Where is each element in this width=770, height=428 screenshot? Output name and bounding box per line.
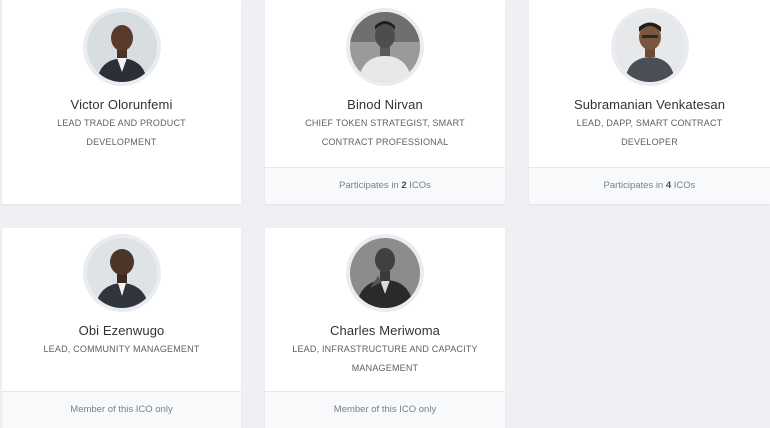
team-member-card[interactable]: Binod Nirvan CHIEF TOKEN STRATEGIST, SMA…: [265, 0, 505, 204]
member-name: Victor Olorunfemi: [70, 97, 173, 112]
member-role: CHIEF TOKEN STRATEGIST, SMART CONTRACT P…: [305, 118, 465, 147]
member-name: Subramanian Venkatesan: [573, 97, 726, 112]
footer-text: Member of this ICO only: [333, 404, 437, 415]
ico-participation-footer: Member of this ICO only: [265, 391, 505, 428]
footer-suffix: ICOs: [671, 180, 696, 191]
footer-text: Member of this ICO only: [70, 404, 173, 415]
avatar: [346, 234, 424, 312]
avatar-person-icon: [350, 12, 420, 82]
member-role: LEAD TRADE AND PRODUCT DEVELOPMENT: [57, 118, 186, 147]
ico-participation-footer: Participates in 2 ICOs: [265, 167, 505, 204]
avatar-person-icon: [86, 12, 157, 82]
footer-prefix: Participates in: [603, 180, 666, 191]
team-member-card[interactable]: Victor Olorunfemi LEAD TRADE AND PRODUCT…: [2, 0, 241, 204]
avatar: [346, 8, 424, 86]
team-member-card[interactable]: Charles Meriwoma LEAD, INFRASTRUCTURE AN…: [265, 228, 505, 428]
ico-participation-footer: Participates in 4 ICOs: [529, 167, 770, 204]
ico-participation-footer: Member of this ICO only: [2, 391, 241, 428]
member-name: Obi Ezenwugo: [78, 323, 165, 338]
member-name: Charles Meriwoma: [330, 323, 440, 338]
team-members-grid: Victor Olorunfemi LEAD TRADE AND PRODUCT…: [0, 0, 770, 428]
avatar: [610, 8, 689, 86]
member-name: Binod Nirvan: [347, 97, 423, 112]
avatar-person-icon: [350, 238, 420, 308]
avatar-person-icon: [86, 238, 157, 308]
avatar-person-icon: [614, 12, 685, 82]
team-member-card[interactable]: Obi Ezenwugo LEAD, COMMUNITY MANAGEMENT …: [2, 228, 241, 428]
avatar: [82, 8, 161, 86]
member-role: LEAD, DAPP, SMART CONTRACT DEVELOPER: [576, 118, 723, 147]
team-member-card[interactable]: Subramanian Venkatesan LEAD, DAPP, SMART…: [529, 0, 770, 204]
avatar: [82, 234, 161, 312]
member-role: LEAD, INFRASTRUCTURE AND CAPACITY MANAGE…: [292, 344, 478, 373]
member-role: LEAD, COMMUNITY MANAGEMENT: [43, 344, 200, 354]
footer-prefix: Participates in: [339, 180, 402, 191]
footer-suffix: ICOs: [406, 180, 431, 191]
